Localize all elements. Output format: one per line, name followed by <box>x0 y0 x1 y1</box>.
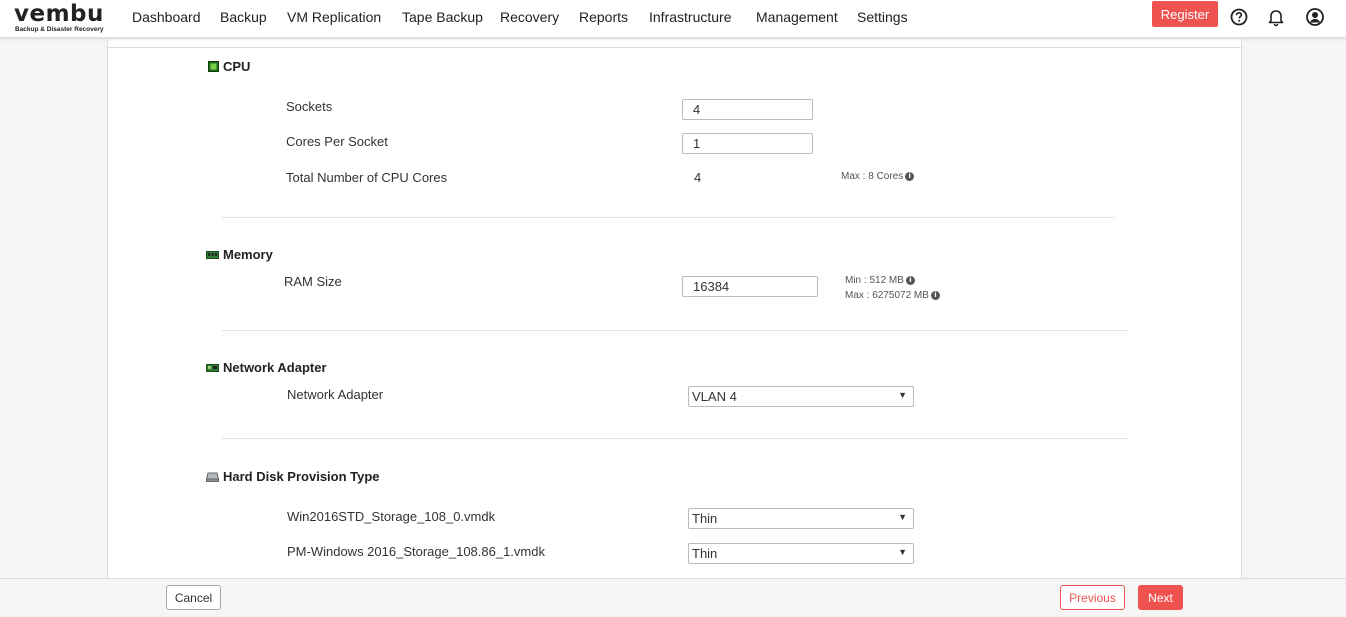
panel-top-divider <box>108 47 1241 48</box>
total-cpu-cores-value: 4 <box>694 170 702 185</box>
nav-reports[interactable]: Reports <box>579 9 628 25</box>
network-adapter-label: Network Adapter <box>287 387 384 402</box>
nav-vm-replication[interactable]: VM Replication <box>287 9 381 25</box>
nav-settings[interactable]: Settings <box>857 9 908 25</box>
network-section-title: Network Adapter <box>206 360 327 375</box>
sockets-input[interactable] <box>682 99 813 120</box>
cpu-divider <box>222 217 1115 218</box>
help-icon[interactable] <box>1228 6 1250 28</box>
disk-name-label: Win2016STD_Storage_108_0.vmdk <box>287 509 496 524</box>
cancel-button[interactable]: Cancel <box>166 585 221 610</box>
ram-size-label: RAM Size <box>284 274 342 289</box>
nav-infrastructure[interactable]: Infrastructure <box>649 9 731 25</box>
max-ram-text: Max : 6275072 MB <box>845 290 929 301</box>
disk-section-title: Hard Disk Provision Type <box>206 469 380 484</box>
hard-disk-icon <box>206 472 219 482</box>
min-ram-text: Min : 512 MB <box>845 275 904 286</box>
register-button[interactable]: Register <box>1152 1 1218 27</box>
min-ram-hint: Min : 512 MB i <box>845 275 915 286</box>
network-divider <box>222 438 1128 439</box>
previous-button[interactable]: Previous <box>1060 585 1125 610</box>
info-icon[interactable]: i <box>930 291 940 300</box>
total-cpu-cores-label: Total Number of CPU Cores <box>286 170 448 185</box>
logo-tagline: Backup & Disaster Recovery <box>15 26 104 33</box>
network-title-text: Network Adapter <box>223 360 327 375</box>
wizard-footer: Cancel Previous Next <box>0 578 1346 617</box>
network-adapter-value: VLAN 4 <box>692 389 737 404</box>
disk-provision-select[interactable]: Thin ▼ <box>688 508 914 529</box>
next-button[interactable]: Next <box>1138 585 1183 610</box>
disk-provision-value: Thin <box>692 511 718 526</box>
nav-recovery[interactable]: Recovery <box>500 9 559 25</box>
disk-title-text: Hard Disk Provision Type <box>223 469 380 484</box>
disk-name-label: PM-Windows 2016_Storage_108.86_1.vmdk <box>287 544 545 559</box>
network-card-icon <box>206 363 219 372</box>
nav-backup[interactable]: Backup <box>220 9 267 25</box>
cpu-section-title: CPU <box>208 59 250 74</box>
vembu-logo[interactable]: vembu Backup & Disaster Recovery <box>14 1 106 35</box>
user-icon[interactable] <box>1304 6 1326 28</box>
cpu-icon <box>208 61 219 72</box>
disk-provision-value: Thin <box>692 546 718 561</box>
memory-divider <box>222 330 1128 331</box>
bell-icon[interactable] <box>1265 6 1287 28</box>
cores-per-socket-label: Cores Per Socket <box>286 134 388 149</box>
nav-dashboard[interactable]: Dashboard <box>132 9 201 25</box>
top-navbar: vembu Backup & Disaster Recovery Dashboa… <box>0 0 1346 38</box>
info-icon[interactable]: i <box>905 276 915 285</box>
max-cores-hint: Max : 8 Cores i <box>841 171 915 182</box>
ram-size-input[interactable] <box>682 276 818 297</box>
cores-per-socket-input[interactable] <box>682 133 813 154</box>
max-ram-hint: Max : 6275072 MB i <box>845 290 940 301</box>
logo-wordmark: vembu <box>14 1 104 27</box>
memory-title-text: Memory <box>223 247 273 262</box>
vm-configuration-panel: CPU Sockets Cores Per Socket Total Numbe… <box>107 39 1242 579</box>
nav-management[interactable]: Management <box>756 9 838 25</box>
cpu-title-text: CPU <box>223 59 251 74</box>
memory-icon <box>206 250 219 259</box>
memory-section-title: Memory <box>206 247 273 262</box>
dropdown-arrow-icon: ▼ <box>898 547 907 557</box>
disk-provision-select[interactable]: Thin ▼ <box>688 543 914 564</box>
dropdown-arrow-icon: ▼ <box>898 390 907 400</box>
max-cores-text: Max : 8 Cores <box>841 171 904 182</box>
dropdown-arrow-icon: ▼ <box>898 512 907 522</box>
sockets-label: Sockets <box>286 99 333 114</box>
info-icon[interactable]: i <box>905 172 915 181</box>
nav-tape-backup[interactable]: Tape Backup <box>402 9 483 25</box>
network-adapter-select[interactable]: VLAN 4 ▼ <box>688 386 914 407</box>
